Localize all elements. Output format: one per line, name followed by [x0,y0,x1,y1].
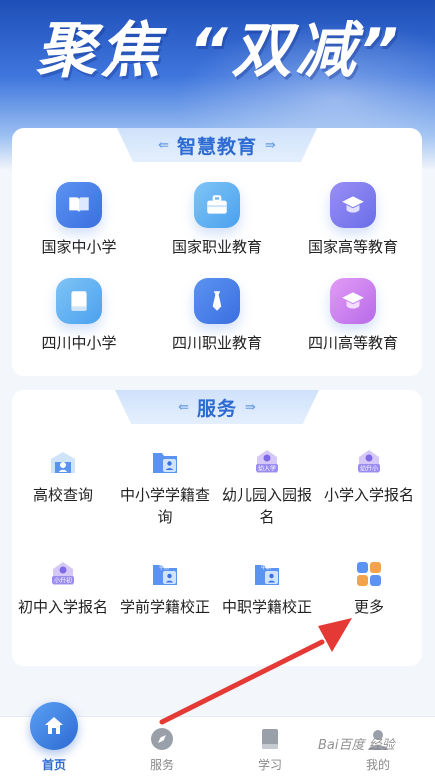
svg-text:幼入学: 幼入学 [258,465,276,473]
right-arrows-icon: ⇛ [245,399,256,415]
smart-education-title: 智慧教育 [176,135,257,158]
service-card: ⇚ 服务 ⇛ 高校查询 中小学学籍查询 幼入学 幼儿园入园报名 幼升小 小学入学… [12,390,422,666]
service-item-kindergarten-signup[interactable]: 幼入学 幼儿园入园报名 [216,446,318,528]
briefcase-icon [194,182,240,228]
service-item-vocational-correction[interactable]: 中职 中职学籍校正 [216,558,318,618]
service-item-label: 小学入学报名 [323,486,414,504]
tab-label: 我的 [365,758,390,772]
service-item-primary-signup[interactable]: 幼升小 小学入学报名 [318,446,420,506]
smart-item-label: 四川高等教育 [307,334,398,352]
smart-item-sichuan-k12[interactable]: 四川中小学 [24,278,134,354]
vocational-record-icon: 中职 [251,558,283,590]
service-item-university-search[interactable]: 高校查询 [12,446,114,506]
student-folder-icon [149,446,181,478]
graduation-cap-icon [330,182,376,228]
primary-school-icon: 幼升小 [353,446,385,478]
service-item-k12-record-search[interactable]: 中小学学籍查询 [114,446,216,528]
smart-item-national-k12[interactable]: 国家中小学 [24,182,134,258]
service-header: ⇚ 服务 ⇛ [115,390,319,424]
service-item-label: 幼儿园入园报名 [221,486,312,526]
left-arrows-icon: ⇚ [158,137,169,153]
right-arrows-icon: ⇛ [265,137,276,153]
smart-education-header: ⇚ 智慧教育 ⇛ [117,128,317,162]
tab-service[interactable]: 服务 [122,717,202,780]
book-icon [262,729,278,749]
service-item-preschool-correction[interactable]: 学前 学前学籍校正 [114,558,216,618]
left-arrows-icon: ⇚ [178,399,189,415]
service-item-label: 中小学学籍查询 [119,486,210,526]
tab-label: 服务 [149,758,174,772]
service-item-label: 学前学籍校正 [119,598,210,616]
middle-school-icon: 小升初 [47,558,79,590]
smart-item-national-vocational[interactable]: 国家职业教育 [162,182,272,258]
svg-text:幼升小: 幼升小 [360,465,378,473]
service-item-more[interactable]: 更多 [318,558,420,618]
book-icon [56,278,102,324]
banner-title: 聚焦 “双减” [36,16,403,86]
book-icon [56,182,102,228]
tab-label: 学习 [257,758,282,772]
smart-item-label: 四川职业教育 [171,334,262,352]
smart-item-label: 国家高等教育 [307,238,398,256]
service-item-label: 更多 [353,598,384,616]
svg-text:小升初: 小升初 [54,577,72,585]
smart-item-sichuan-vocational[interactable]: 四川职业教育 [162,278,272,354]
university-search-icon [47,446,79,478]
smart-item-label: 国家中小学 [41,238,117,256]
smart-item-label: 国家职业教育 [171,238,262,256]
watermark: Bai百度 经验 [318,738,395,753]
smart-item-sichuan-higher[interactable]: 四川高等教育 [298,278,408,354]
graduation-cap-icon [330,278,376,324]
service-item-label: 高校查询 [32,486,93,504]
smart-item-label: 四川中小学 [41,334,117,352]
compass-icon [151,728,173,750]
kindergarten-icon: 幼入学 [251,446,283,478]
service-title: 服务 [196,397,237,420]
more-grid-icon [353,558,385,590]
svg-text:学前: 学前 [159,564,169,571]
service-item-middle-signup[interactable]: 小升初 初中入学报名 [12,558,114,618]
necktie-icon [194,278,240,324]
service-item-label: 初中入学报名 [17,598,108,616]
tab-label: 首页 [41,758,66,772]
home-icon[interactable] [30,702,78,750]
smart-item-national-higher[interactable]: 国家高等教育 [298,182,408,258]
smart-education-card: ⇚ 智慧教育 ⇛ 国家中小学 国家职业教育 国家高等教育 四川中小学 四川职业教… [12,128,422,376]
service-item-label: 中职学籍校正 [221,598,312,616]
preschool-record-icon: 学前 [149,558,181,590]
tab-study[interactable]: 学习 [230,717,310,780]
svg-text:中职: 中职 [261,564,271,571]
